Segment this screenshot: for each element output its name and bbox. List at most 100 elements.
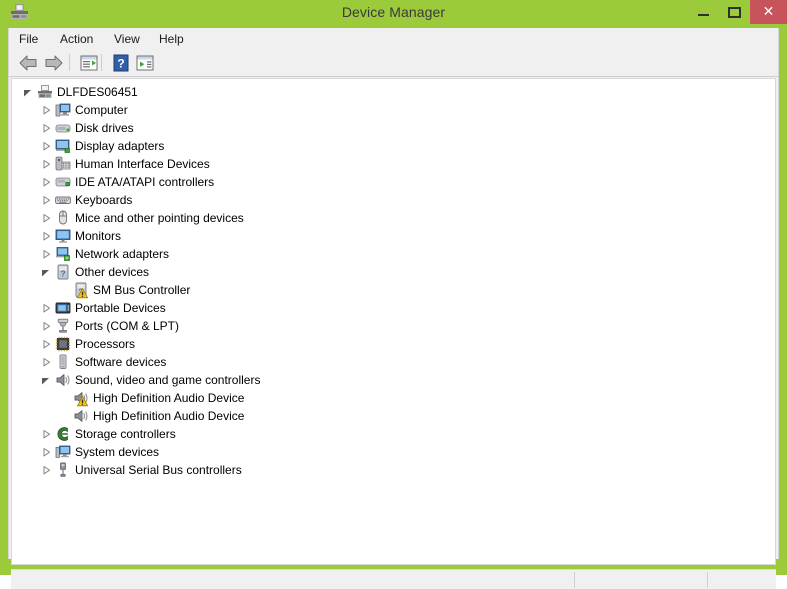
tree-expand-toggle[interactable] [38,245,54,263]
forward-button[interactable] [43,52,67,74]
port-icon [55,318,71,334]
hid-icon [55,156,71,172]
tree-item-label: Computer [75,103,128,117]
tree-item[interactable]: High Definition Audio Device [12,407,775,425]
tree-item-label: System devices [75,445,160,459]
chevron-right-icon [43,141,51,151]
speaker-icon [73,408,89,424]
ide-controller-icon [55,177,71,187]
chevron-right-icon [43,231,51,241]
tree-item-label: Disk drives [75,121,134,135]
tree-item[interactable]: Storage controllers [12,425,775,443]
unknown-device-icon: ? [57,264,69,280]
menu-bar: File Action View Help [9,28,778,50]
menu-file[interactable]: File [13,31,44,47]
tree-item[interactable]: Computer [12,101,775,119]
portable-device-icon [55,302,71,314]
tree-item[interactable]: ? SM Bus Controller [12,281,775,299]
tree-expand-toggle[interactable] [38,353,54,371]
page-title: Device Manager [341,4,446,20]
tree-item[interactable]: Network adapters [12,245,775,263]
chevron-right-icon [43,339,51,349]
display-adapter-icon [55,138,71,154]
tree-expand-toggle[interactable] [38,335,54,353]
tree-expand-toggle[interactable] [38,173,54,191]
system-device-icon [55,445,71,458]
tree-item-label: IDE ATA/ATAPI controllers [75,175,215,189]
tree-item-label: Human Interface Devices [75,157,210,171]
menu-action[interactable]: Action [54,31,99,47]
toolbar: ? [9,49,778,77]
chevron-right-icon [43,357,51,367]
tree-expand-toggle[interactable] [38,317,54,335]
close-icon: ✕ [762,4,775,20]
software-device-icon [55,354,71,370]
tree-expand-toggle[interactable] [38,299,54,317]
warning-badge-icon [77,396,88,407]
chevron-right-icon [43,213,51,223]
maximize-button[interactable] [719,0,750,24]
properties-button[interactable] [77,52,101,74]
tree-expand-toggle[interactable] [38,443,54,461]
help-button[interactable]: ? [109,52,133,74]
status-separator [707,572,708,588]
mouse-icon [59,210,67,225]
tree-item[interactable]: Human Interface Devices [12,155,775,173]
device-tree-pane[interactable]: DLFDES06451 Computer Disk drives Display ad… [11,78,776,565]
tree-expand-toggle[interactable] [38,425,54,443]
device-manager-window: Device Manager ✕ File Action View Help ?… [0,0,787,589]
tree-item[interactable]: Ports (COM & LPT) [12,317,775,335]
tree-expand-toggle[interactable] [38,119,54,137]
tree-item[interactable]: System devices [12,443,775,461]
disk-drive-icon [55,120,71,136]
chevron-right-icon [43,321,51,331]
tree-item[interactable]: Keyboards [12,191,775,209]
tree-item-label: Processors [75,337,136,351]
tree-collapse-toggle[interactable] [38,263,54,281]
tree-item[interactable]: High Definition Audio Device [12,389,775,407]
tree-collapse-toggle[interactable] [20,83,36,101]
keyboard-icon [55,192,71,208]
back-button[interactable] [17,52,41,74]
tree-item-label: High Definition Audio Device [93,391,245,405]
hid-icon [55,156,71,171]
tree-item[interactable]: Mice and other pointing devices [12,209,775,227]
tree-item-label: Mice and other pointing devices [75,211,244,225]
port-icon [57,318,69,333]
menu-help[interactable]: Help [153,31,190,47]
tree-item-label: Portable Devices [75,301,166,315]
tree-expand-toggle[interactable] [38,461,54,479]
minimize-icon [688,0,719,24]
usb-icon [55,462,71,478]
tree-expand-toggle[interactable] [38,101,54,119]
tree-item-label: Storage controllers [75,427,176,441]
tree-expand-toggle[interactable] [38,155,54,173]
usb-icon [60,462,66,477]
close-button[interactable]: ✕ [750,0,787,24]
menu-view[interactable]: View [108,31,146,47]
tree-expand-toggle[interactable] [38,137,54,155]
tree-item[interactable]: Disk drives [12,119,775,137]
maximize-icon [719,0,750,24]
software-device-icon [59,354,67,369]
show-hidden-devices-icon [136,55,154,71]
tree-item[interactable]: DLFDES06451 [12,83,775,101]
tree-expand-toggle[interactable] [38,191,54,209]
tree-item[interactable]: ? Other devices [12,263,775,281]
tree-item[interactable]: Monitors [12,227,775,245]
chevron-right-icon [43,429,51,439]
tree-item[interactable]: Display adapters [12,137,775,155]
tree-expand-toggle[interactable] [38,209,54,227]
tree-item[interactable]: Software devices [12,353,775,371]
tree-item[interactable]: Processors [12,335,775,353]
warning-badge-icon [77,288,88,299]
tree-item[interactable]: Universal Serial Bus controllers [12,461,775,479]
tree-item[interactable]: Sound, video and game controllers [12,371,775,389]
tree-collapse-toggle[interactable] [38,371,54,389]
tree-expand-toggle[interactable] [38,227,54,245]
tree-item[interactable]: IDE ATA/ATAPI controllers [12,173,775,191]
minimize-button[interactable] [688,0,719,24]
show-hidden-devices-button[interactable] [133,52,157,74]
tree-item[interactable]: Portable Devices [12,299,775,317]
back-arrow-icon [19,55,37,71]
